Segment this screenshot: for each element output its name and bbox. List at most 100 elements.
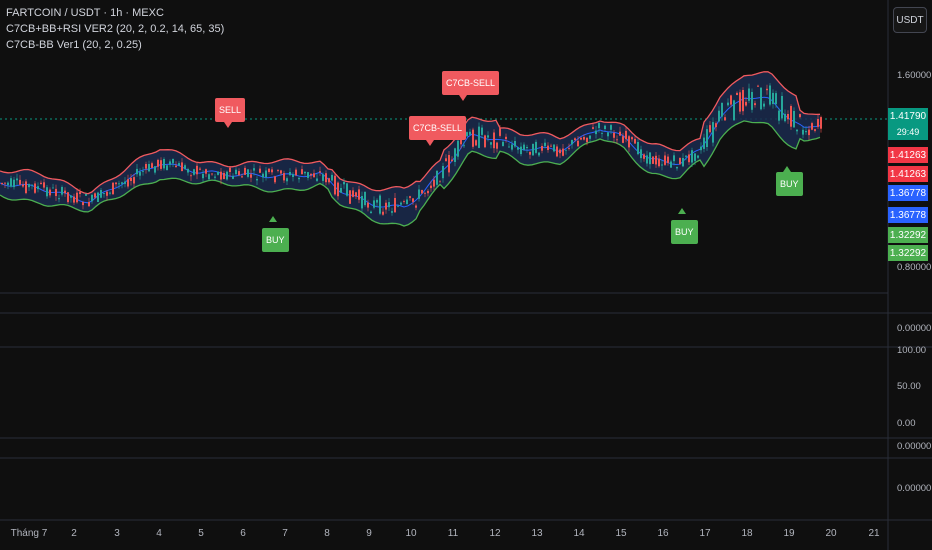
candle-body: [61, 187, 63, 195]
candle-body: [499, 128, 501, 136]
candle-body: [805, 131, 807, 133]
candle-body: [343, 182, 345, 185]
candle-body: [616, 139, 618, 141]
candle-body: [253, 168, 255, 171]
symbol-title[interactable]: FARTCOIN / USDT · 1h · MEXC: [6, 7, 164, 19]
candle-body: [577, 140, 579, 147]
candle-body: [214, 176, 216, 178]
candle-body: [544, 142, 546, 147]
time-axis: Tháng 7 2 3 4 5 6 7 8 9 10 11 12 13 14 15 16 17 18 19 20 21: [11, 528, 880, 539]
candle-body: [796, 129, 798, 132]
candle-body: [199, 168, 201, 170]
candle-body: [811, 123, 813, 130]
candle-body: [55, 188, 57, 196]
candle-body: [427, 190, 429, 194]
candle-body: [775, 93, 777, 105]
candle-body: [532, 144, 534, 156]
candle-body: [1, 183, 3, 184]
candle-body: [13, 179, 15, 188]
candle-body: [355, 192, 357, 197]
time-tick: 4: [156, 528, 162, 539]
price-tick: 0.00000: [897, 323, 931, 334]
candle-body: [658, 158, 660, 167]
candle-body: [106, 191, 108, 196]
candle-body: [280, 170, 282, 174]
candle-body: [592, 127, 594, 129]
candle-body: [688, 154, 690, 163]
candle-body: [205, 169, 207, 174]
candle-body: [34, 183, 36, 193]
candle-body: [595, 130, 597, 135]
candle-body: [49, 189, 51, 196]
candle-body: [583, 137, 585, 140]
candle-body: [460, 139, 462, 145]
rsi-tick: 50.00: [897, 381, 921, 392]
buy-signal-tag: BUY: [262, 228, 289, 252]
candle-body: [136, 168, 138, 175]
candle-body: [403, 201, 405, 202]
candle-body: [451, 159, 453, 162]
indicator-legend-2[interactable]: C7CB-BB Ver1 (20, 2, 0.25): [6, 39, 142, 51]
candle-body: [331, 174, 333, 181]
candle-body: [736, 92, 738, 95]
candle-body: [559, 149, 561, 154]
candle-body: [655, 155, 657, 165]
currency-button[interactable]: USDT: [893, 7, 927, 33]
candle-body: [718, 110, 720, 122]
candle-body: [520, 146, 522, 155]
candle-body: [346, 183, 348, 196]
candle-body: [82, 202, 84, 206]
candle-body: [139, 171, 141, 176]
candle-body: [487, 135, 489, 138]
candle-body: [610, 125, 612, 130]
candle-body: [229, 167, 231, 172]
candle-body: [274, 176, 276, 183]
buy-signal-tag: BUY: [671, 220, 698, 244]
candle-body: [187, 169, 189, 173]
candle-body: [820, 117, 822, 129]
candle-body: [586, 137, 588, 143]
time-tick: 14: [573, 528, 585, 539]
candle-body: [406, 199, 408, 204]
candle-body: [628, 136, 630, 148]
candle-body: [394, 198, 396, 213]
candle-body: [319, 171, 321, 173]
candle-body: [232, 176, 234, 179]
candle-body: [382, 211, 384, 215]
candle-body: [100, 190, 102, 198]
candle-body: [712, 122, 714, 143]
candle-body: [43, 182, 45, 188]
candle-body: [160, 160, 162, 169]
candle-body: [133, 177, 135, 184]
candle-body: [28, 184, 30, 188]
time-tick: 18: [741, 528, 753, 539]
indicator-legend-1[interactable]: C7CB+BB+RSI VER2 (20, 2, 0.2, 14, 65, 35…: [6, 23, 224, 35]
candle-body: [40, 182, 42, 185]
candle-body: [244, 167, 246, 175]
candle-body: [421, 190, 423, 194]
candle-body: [772, 92, 774, 104]
rsi-tick: 0.00: [897, 418, 916, 429]
candle-body: [259, 168, 261, 173]
candle-body: [535, 141, 537, 153]
candle-body: [118, 183, 120, 185]
upper-band-label: 1.41263: [888, 166, 928, 182]
countdown-label: 29:49: [888, 124, 928, 140]
candle-body: [58, 198, 60, 200]
candle-body: [652, 156, 654, 164]
candle-body: [550, 145, 552, 147]
candle-body: [292, 174, 294, 177]
candle-body: [424, 192, 426, 194]
time-tick: 15: [615, 528, 627, 539]
time-tick: 13: [531, 528, 543, 539]
buy-signal-tag: BUY: [776, 172, 803, 196]
candle-body: [388, 202, 390, 208]
candle-body: [565, 149, 567, 151]
candle-body: [358, 189, 360, 200]
candle-body: [10, 178, 12, 187]
candle-body: [454, 148, 456, 162]
candle-body: [664, 155, 666, 165]
candle-body: [22, 184, 24, 187]
candle-body: [211, 173, 213, 175]
time-tick: 20: [825, 528, 837, 539]
